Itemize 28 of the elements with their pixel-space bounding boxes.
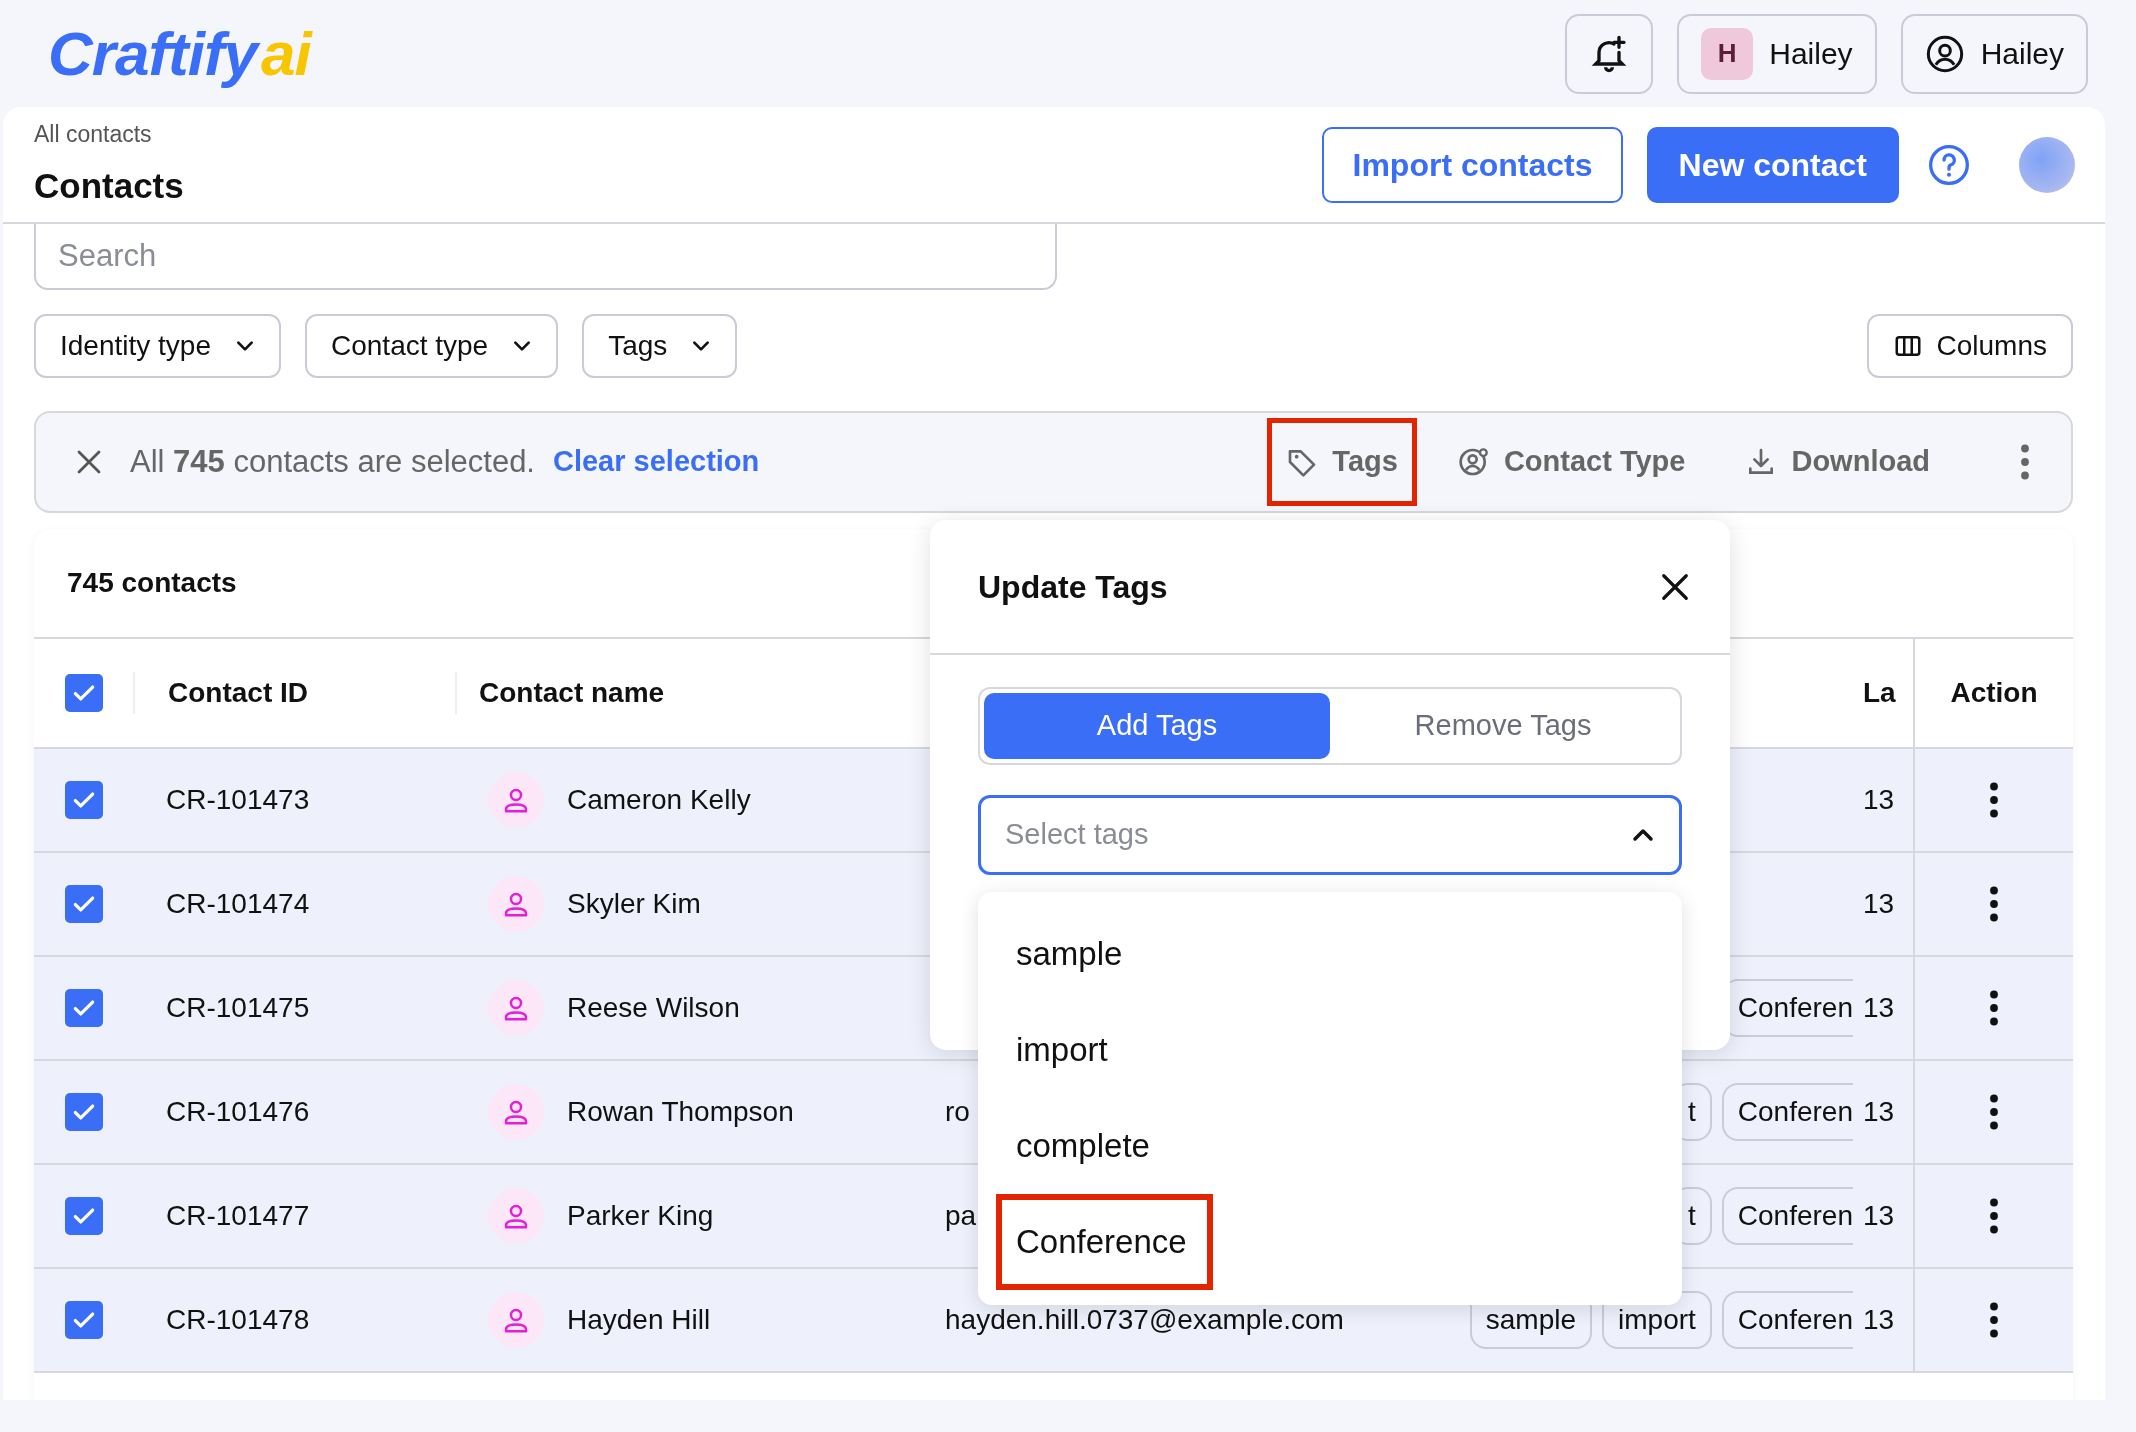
tag-chip: Conferen <box>1721 1291 1853 1349</box>
tag-chip: Conferen <box>1721 1187 1853 1245</box>
contact-name: Rowan Thompson <box>567 1095 794 1129</box>
tag-chip: Conferen <box>1721 1083 1853 1141</box>
contact-name: Reese Wilson <box>567 991 740 1025</box>
table-cell: CR-101473 <box>166 784 310 815</box>
contact-name: Hayden Hill <box>567 1303 711 1337</box>
selection-text: All 745 contacts are selected. <box>130 442 535 481</box>
table-cell-text: 13 <box>1863 991 1895 1025</box>
table-cell-text: 13 <box>1863 783 1895 817</box>
email-cell: hayden.hill.0737@example.com <box>945 1304 1344 1335</box>
page-title: Contacts <box>34 164 184 207</box>
table-cell: CR-101474 <box>166 888 310 919</box>
contact-name: Skyler Kim <box>567 887 701 921</box>
table-cell: CR-101475 <box>166 992 310 1023</box>
popover-title: Update Tags <box>978 567 1168 607</box>
table-cell-text: 13 <box>1863 887 1895 921</box>
table-cell: CR-101476 <box>166 1096 310 1127</box>
email-cell: pa <box>945 1200 977 1231</box>
table-cell-text: 13 <box>1863 1095 1895 1129</box>
contact-name: Parker King <box>567 1199 714 1233</box>
table-cell-text: 13 <box>1863 1199 1895 1233</box>
table-cell: CR-101477 <box>166 1200 310 1231</box>
contact-name: Cameron Kelly <box>567 783 751 817</box>
table-cell: CR-101478 <box>166 1304 310 1335</box>
email-cell: ro <box>945 1096 970 1127</box>
avatar-initial: H <box>1701 27 1754 80</box>
table-cell-text: 13 <box>1863 1303 1895 1337</box>
